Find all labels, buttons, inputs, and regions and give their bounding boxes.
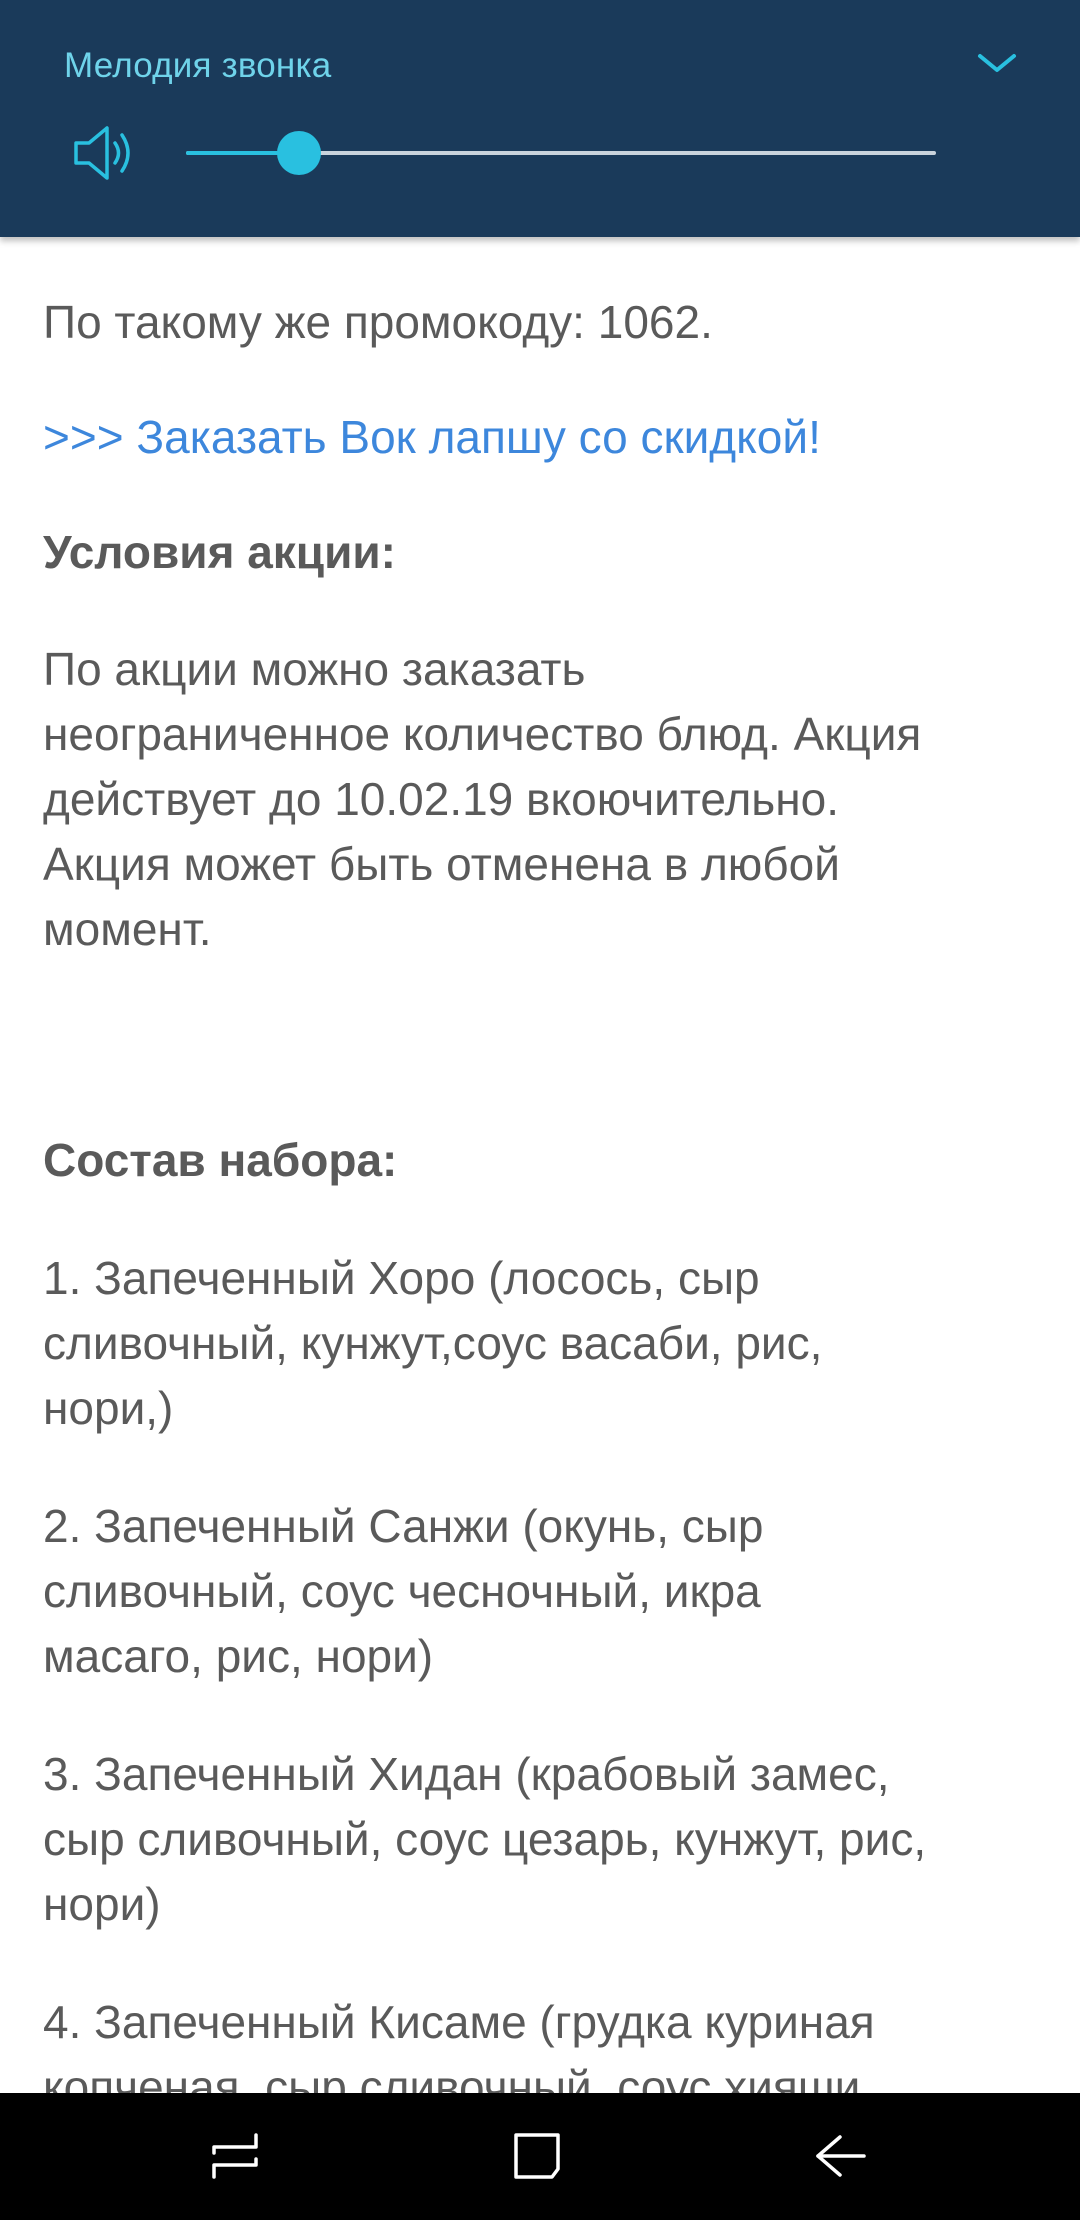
composition-heading: Состав набора: [43, 1134, 398, 1186]
conditions-line: Акция может быть отменена в любой [43, 838, 840, 890]
set-item: 1. Запеченный Хоро (лосось, сыр сливочны… [43, 1246, 1043, 1441]
back-arrow-icon[interactable] [806, 2121, 876, 2191]
promo-code-text: По такому же промокоду: 1062. [43, 296, 713, 348]
volume-slider[interactable] [186, 128, 936, 178]
set-item-line: масаго, рис, нори) [43, 1630, 434, 1682]
set-item: 3. Запеченный Хидан (крабовый замес, сыр… [43, 1742, 1043, 1937]
chevron-down-icon[interactable] [974, 48, 1020, 78]
order-discount-link[interactable]: >>> Заказать Вок лапшу со скидкой! [43, 405, 1043, 470]
system-navigation-bar [0, 2093, 1080, 2220]
set-item-line: нори,) [43, 1382, 174, 1434]
set-item: 2. Запеченный Санжи (окунь, сыр сливочны… [43, 1494, 1043, 1689]
set-item-line: сливочный, кунжут,соус васаби, рис, [43, 1317, 823, 1369]
volume-panel: Мелодия звонка [0, 0, 1080, 237]
conditions-line: неограниченное количество блюд. Акция [43, 708, 922, 760]
set-item-line: 4. Запеченный Кисаме (грудка куриная [43, 1996, 875, 2048]
set-item-line: сливочный, соус чесночный, икра [43, 1565, 761, 1617]
conditions-heading: Условия акции: [43, 526, 396, 578]
set-item-line: 2. Запеченный Санжи (окунь, сыр [43, 1500, 764, 1552]
set-item-line: нори) [43, 1878, 161, 1930]
conditions-line: По акции можно заказать [43, 643, 586, 695]
conditions-line: момент. [43, 903, 212, 955]
set-item-line: сыр сливочный, соус цезарь, кунжут, рис, [43, 1813, 927, 1865]
conditions-text: По акции можно заказать неограниченное к… [43, 637, 1043, 962]
conditions-line: действует до 10.02.19 вкоючительно. [43, 773, 840, 825]
recents-icon[interactable] [200, 2121, 270, 2191]
home-icon[interactable] [502, 2121, 572, 2191]
set-item-line: 1. Запеченный Хоро (лосось, сыр [43, 1252, 760, 1304]
slider-thumb[interactable] [276, 131, 321, 175]
volume-panel-title: Мелодия звонка [64, 46, 332, 85]
article-content: По такому же промокоду: 1062. >>> Заказа… [43, 237, 1043, 2120]
speaker-volume-icon[interactable] [72, 120, 138, 186]
set-item-line: 3. Запеченный Хидан (крабовый замес, [43, 1748, 890, 1800]
screen: Мелодия звонка По такому же промокоду: 1… [0, 0, 1080, 2220]
